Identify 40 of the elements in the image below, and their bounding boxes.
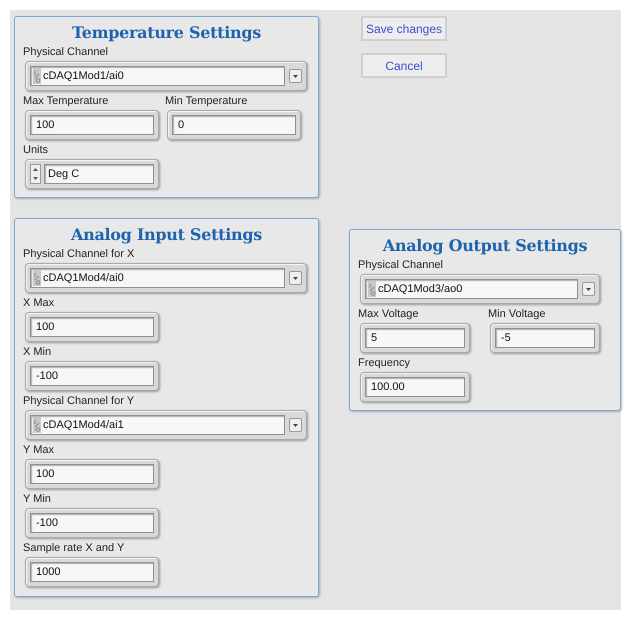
- channel-icon: [33, 417, 41, 433]
- channel-dropdown[interactable]: cDAQ1Mod4/ai0: [25, 263, 307, 293]
- input-field[interactable]: -5: [490, 323, 600, 353]
- field-label: Min Voltage: [488, 308, 546, 321]
- channel-icon: [33, 270, 41, 286]
- field-label: Max Temperature: [23, 95, 110, 108]
- channel-icon: [33, 68, 41, 84]
- units-spinner[interactable]: Deg C: [25, 159, 159, 189]
- field-label: X Max: [23, 297, 56, 310]
- field-label: Sample rate X and Y: [23, 542, 126, 555]
- action-button[interactable]: Cancel: [361, 53, 447, 78]
- input-field[interactable]: 100: [25, 110, 159, 140]
- field-label: Physical Channel: [358, 259, 444, 272]
- field-label: X Min: [23, 346, 52, 359]
- panel-title: Temperature Settings: [71, 23, 262, 43]
- field-label: Y Max: [23, 444, 55, 457]
- spinner-arrows-icon[interactable]: [30, 164, 41, 184]
- channel-dropdown[interactable]: cDAQ1Mod1/ai0: [25, 61, 307, 91]
- input-field[interactable]: -100: [25, 361, 159, 391]
- channel-icon: [368, 281, 376, 297]
- channel-dropdown[interactable]: cDAQ1Mod3/ao0: [360, 274, 600, 304]
- channel-dropdown[interactable]: cDAQ1Mod4/ai1: [25, 410, 307, 440]
- input-field[interactable]: 100: [25, 312, 159, 342]
- input-field[interactable]: 5: [360, 323, 470, 353]
- panel-title: Analog Input Settings: [70, 225, 263, 245]
- input-field[interactable]: 100: [25, 459, 159, 489]
- field-label: Physical Channel for Y: [23, 395, 136, 408]
- input-field[interactable]: 100.00: [360, 372, 470, 402]
- field-label: Max Voltage: [358, 308, 420, 321]
- input-field[interactable]: 0: [167, 110, 301, 140]
- field-label: Units: [23, 144, 50, 157]
- input-field[interactable]: -100: [25, 508, 159, 538]
- field-label: Physical Channel for X: [23, 248, 136, 261]
- field-label: Min Temperature: [165, 95, 248, 108]
- panel-title: Analog Output Settings: [382, 236, 588, 256]
- field-label: Physical Channel: [23, 46, 109, 59]
- field-label: Y Min: [23, 493, 52, 506]
- action-button[interactable]: Save changes: [361, 16, 447, 41]
- input-field[interactable]: 1000: [25, 557, 159, 587]
- field-label: Frequency: [358, 357, 411, 370]
